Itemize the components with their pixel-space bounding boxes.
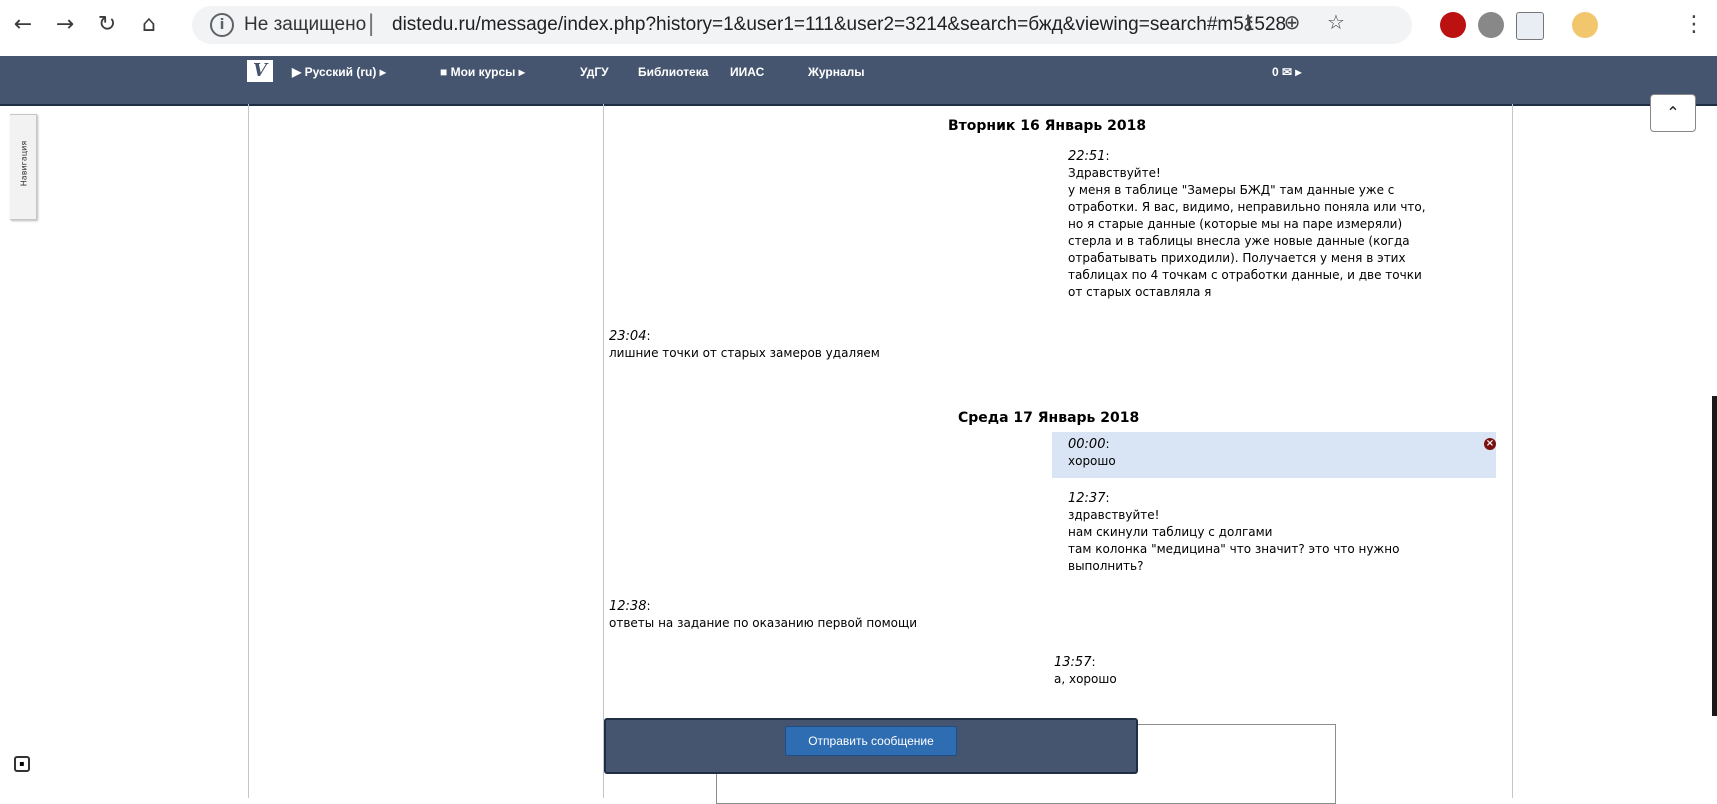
delete-icon[interactable]: × [1484, 438, 1496, 450]
column-divider [603, 104, 604, 798]
message-incoming: 22:51: Здравствуйте! у меня в таблице "З… [1068, 149, 1426, 299]
nav-iias[interactable]: ИИАС [730, 65, 764, 79]
globe-icon[interactable] [1478, 12, 1504, 38]
message-time: 12:38 [609, 599, 647, 614]
message-line: здравствуйте! [1068, 508, 1160, 522]
address-bar[interactable]: i Не защищено | distedu.ru/message/index… [192, 6, 1412, 44]
info-icon[interactable]: i [210, 13, 234, 37]
selected-message-highlight [1052, 432, 1496, 478]
message-incoming[interactable]: 00:00: хорошо [1068, 436, 1116, 470]
message-line: от старых оставляла я [1068, 285, 1212, 299]
scrollbar[interactable] [1712, 396, 1717, 716]
site-logo[interactable]: V [247, 60, 273, 82]
column-divider [1512, 104, 1513, 798]
message-time: 00:00 [1068, 437, 1106, 452]
reload-icon[interactable]: ↻ [92, 10, 122, 40]
search-extension-icon[interactable] [1516, 12, 1544, 40]
message-line: но я старые данные (которые мы на паре и… [1068, 217, 1403, 231]
back-icon[interactable]: ← [8, 10, 38, 40]
message-line: Здравствуйте! [1068, 166, 1161, 180]
nav-library[interactable]: Библиотека [638, 65, 708, 79]
message-line: отрабатывать приходили). Получается у ме… [1068, 251, 1406, 265]
my-courses-menu[interactable]: ■ Мои курсы ▸ [440, 65, 525, 79]
site-navbar: V ▶ Русский (ru) ▸ ■ Мои курсы ▸ УдГУ Би… [0, 56, 1717, 106]
message-outgoing: 12:38: ответы на задание по оказанию пер… [609, 599, 918, 630]
home-icon[interactable]: ⌂ [134, 10, 164, 40]
message-line: нам скинули таблицу с долгами [1068, 525, 1273, 539]
address-separator: | [368, 10, 375, 37]
collapse-up-button[interactable]: ⌃ [1650, 94, 1696, 132]
message-outgoing: 23:04: лишние точки от старых замеров уд… [609, 329, 880, 360]
message-incoming: 12:37: здравствуйте! нам скинули таблицу… [1068, 491, 1400, 573]
send-message-button[interactable]: Отправить сообщение [785, 726, 957, 756]
navigation-tab[interactable]: Навигация [10, 114, 37, 220]
message-time: 22:51 [1068, 149, 1106, 164]
column-divider [248, 104, 249, 798]
dock-icon[interactable]: ▪ [14, 756, 30, 772]
profile-avatar[interactable] [1572, 12, 1598, 38]
message-line: отработки. Я вас, видимо, неправильно по… [1068, 200, 1426, 214]
nav-udgu[interactable]: УдГУ [580, 65, 609, 79]
messages-menu[interactable]: 0 ✉ ▸ [1272, 65, 1301, 79]
message-line: ответы на задание по оказанию первой пом… [609, 616, 918, 630]
message-line: у меня в таблице "Замеры БЖД" там данные… [1068, 183, 1395, 197]
date-heading: Среда 17 Январь 2018 [958, 410, 1140, 426]
message-line: лишние точки от старых замеров удаляем [609, 346, 880, 360]
nav-journals[interactable]: Журналы [808, 65, 864, 79]
message-line: таблицах по 4 точкам с отработки данные,… [1068, 268, 1422, 282]
message-line: а, хорошо [1054, 672, 1117, 686]
language-menu[interactable]: ▶ Русский (ru) ▸ [292, 65, 386, 79]
message-time: 13:57 [1054, 655, 1092, 670]
url-text[interactable]: distedu.ru/message/index.php?history=1&u… [392, 14, 1286, 36]
message-line: хорошо [1068, 454, 1116, 468]
date-heading: Вторник 16 Январь 2018 [948, 118, 1147, 134]
star-icon[interactable]: ☆ [1322, 10, 1350, 34]
navigation-tab-label: Навигация [19, 140, 29, 187]
zoom-icon[interactable]: ⊕ [1278, 10, 1306, 34]
key-icon[interactable]: ⚷ [1234, 10, 1262, 34]
message-line: стерла и в таблицы внесла уже новые данн… [1068, 234, 1410, 248]
message-line: там колонка "медицина" что значит? это ч… [1068, 542, 1400, 556]
adblock-icon[interactable] [1440, 12, 1466, 38]
message-time: 23:04 [609, 329, 647, 344]
security-label: Не защищено [244, 14, 367, 35]
forward-icon[interactable]: → [50, 10, 80, 40]
browser-toolbar: ← → ↻ ⌂ i Не защищено | distedu.ru/messa… [0, 0, 1717, 58]
message-line: выполнить? [1068, 559, 1144, 573]
menu-icon[interactable]: ⋮ [1680, 12, 1708, 37]
message-incoming: 13:57: а, хорошо [1054, 655, 1117, 686]
message-time: 12:37 [1068, 491, 1106, 506]
